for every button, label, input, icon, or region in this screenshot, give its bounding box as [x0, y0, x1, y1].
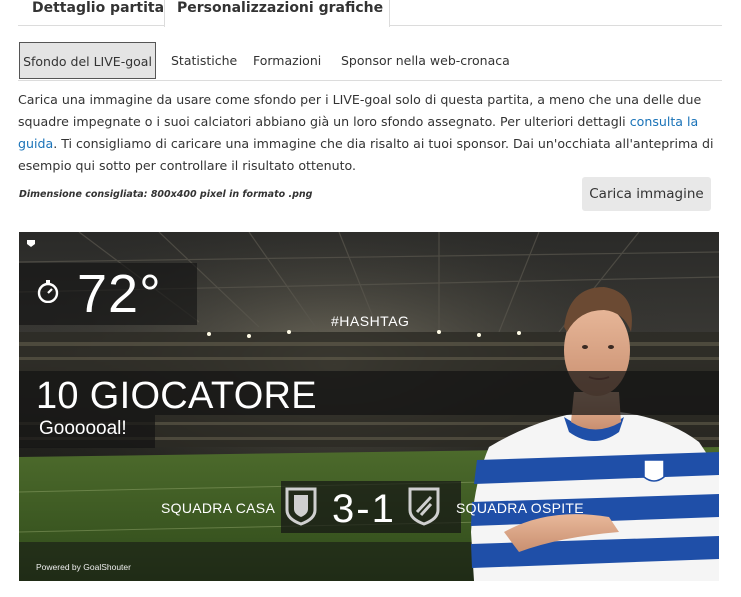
score: 3-1: [332, 487, 396, 531]
powered-by-label: Powered by GoalShouter: [36, 562, 131, 572]
description-text: Carica una immagine da usare come sfondo…: [18, 89, 734, 177]
logo-icon: [26, 238, 36, 248]
tab-sfondo-live-goal[interactable]: Sfondo del LIVE-goal: [19, 42, 156, 79]
tab-dettaglio-partita[interactable]: Dettaglio partita: [18, 0, 168, 26]
match-minute: 72°: [77, 264, 162, 324]
stopwatch-icon: [36, 279, 60, 303]
description-part2: . Ti consigliamo di caricare una immagin…: [18, 136, 714, 173]
dimension-note: Dimensione consigliata: 800x400 pixel in…: [19, 189, 313, 200]
tab-formazioni[interactable]: Formazioni: [253, 42, 321, 79]
main-tab-bar: Dettaglio partita Personalizzazioni graf…: [18, 0, 722, 27]
description-part1: Carica una immagine da usare come sfondo…: [18, 92, 702, 129]
tab-sponsor-web-cronaca[interactable]: Sponsor nella web-cronaca: [341, 42, 510, 79]
away-shield-icon: [408, 486, 440, 526]
tab-personalizzazioni-grafiche[interactable]: Personalizzazioni grafiche: [164, 0, 390, 27]
hashtag-label: #HASHTAG: [331, 313, 410, 329]
sub-tab-bar: Sfondo del LIVE-goal Statistiche Formazi…: [18, 42, 722, 81]
home-team-name: SQUADRA CASA: [161, 500, 276, 516]
tab-statistiche[interactable]: Statistiche: [171, 42, 237, 79]
away-team-name: SQUADRA OSPITE: [456, 500, 584, 516]
goal-text: Goooooal!: [39, 418, 127, 439]
home-shield-icon: [285, 486, 317, 526]
upload-image-button[interactable]: Carica immagine: [582, 177, 711, 211]
live-goal-preview: 72° #HASHTAG 10 GIOCATORE Goooooal! SQUA…: [19, 232, 719, 581]
scorer-name: 10 GIOCATORE: [36, 375, 317, 417]
